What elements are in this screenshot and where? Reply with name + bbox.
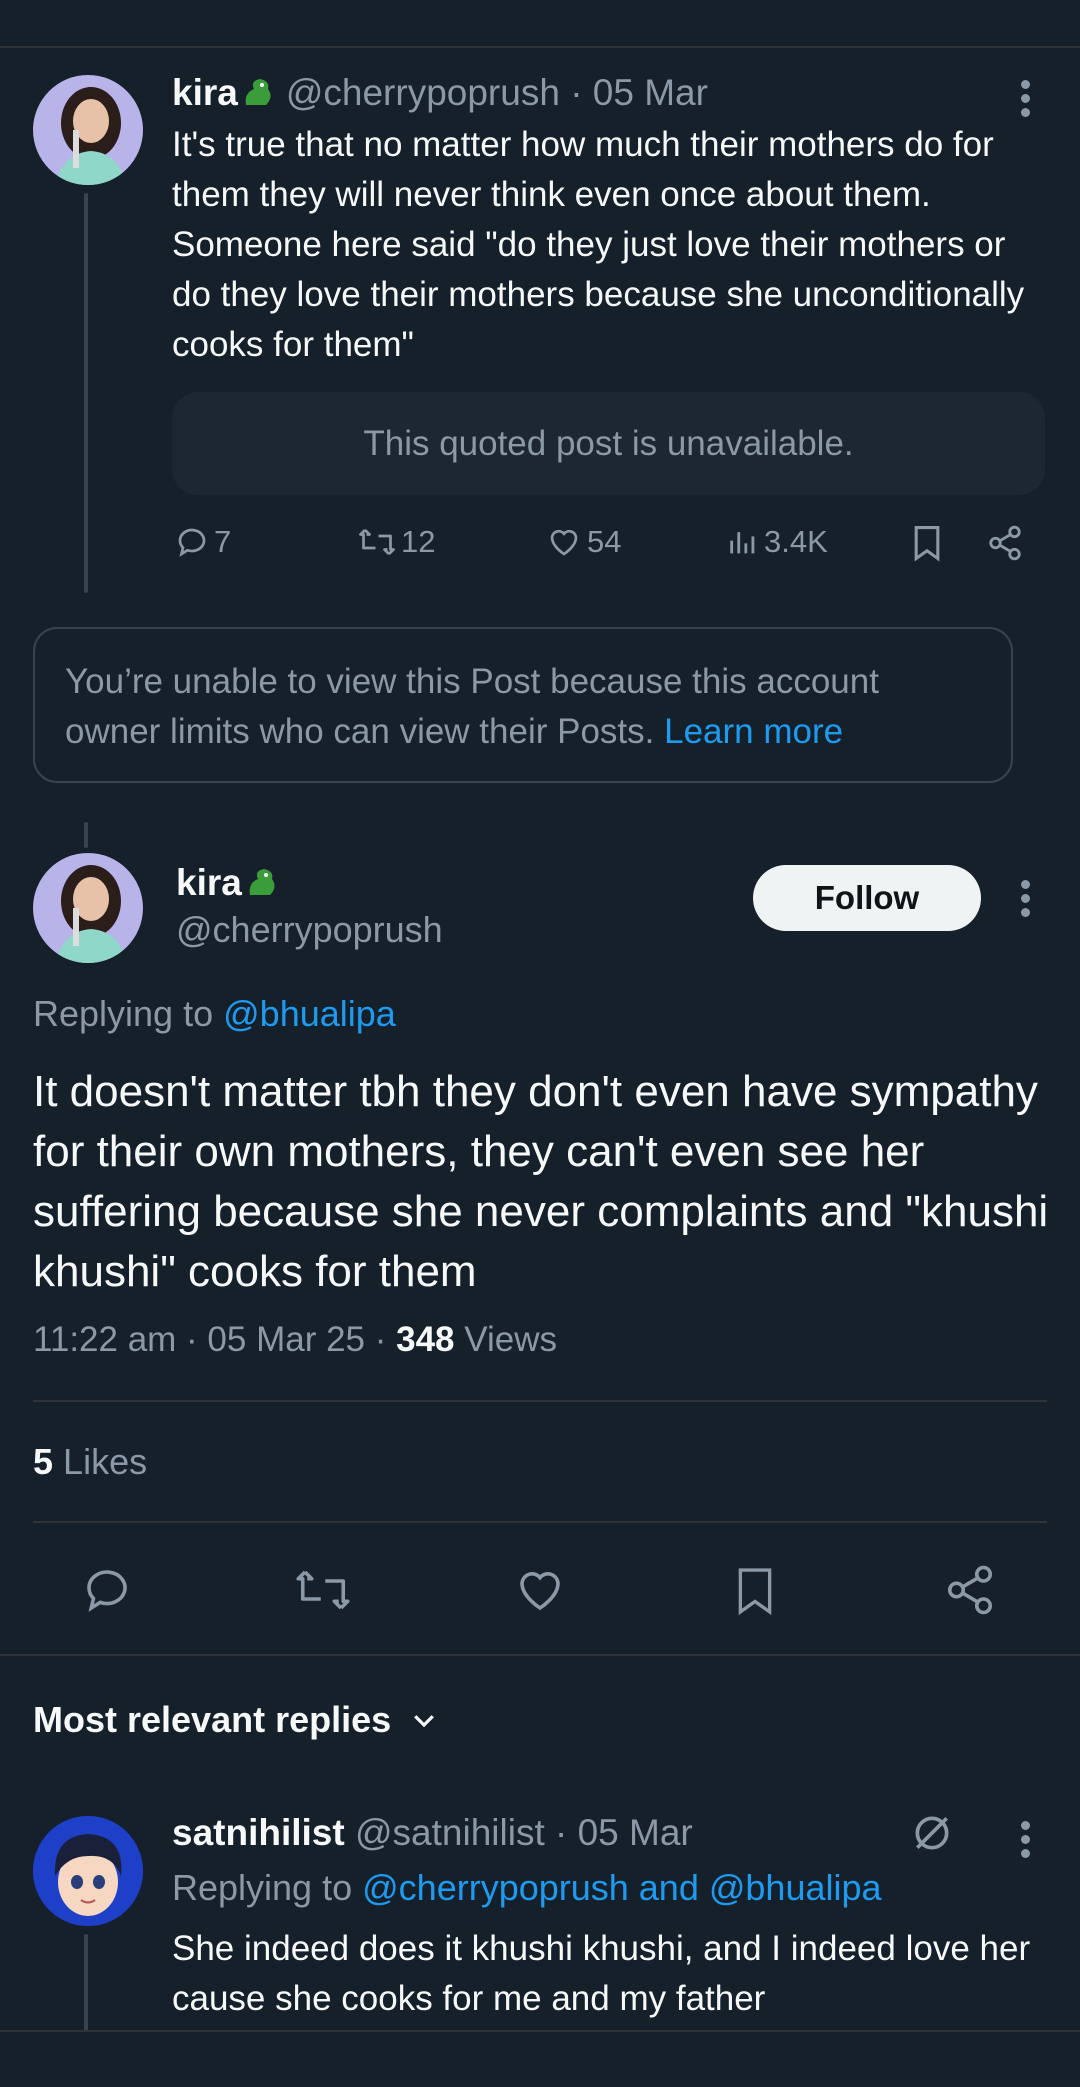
share-icon[interactable] [943,1563,997,1617]
main-post-name-row: kira [176,862,280,904]
likes-summary[interactable]: 5 Likes [33,1441,147,1483]
share-icon[interactable] [986,524,1024,562]
repost-button[interactable]: 12 [357,524,435,560]
handle-date: @satnihilist · 05 Mar [354,1812,693,1853]
reply-icon [174,524,210,560]
reply-count: 7 [214,524,232,559]
heart-icon[interactable] [512,1563,568,1617]
thread-line [84,193,88,593]
main-post-text: It doesn't matter tbh they don't even ha… [33,1067,1049,1296]
reply-replying-to: Replying to @cherrypoprush and @bhualipa [172,1867,882,1909]
replies-header-label: Most relevant replies [33,1699,392,1740]
repost-count: 12 [401,524,436,559]
repost-icon [357,524,397,560]
display-name[interactable]: kira [176,862,242,904]
bottom-bar [0,2032,1080,2087]
reply-text: She indeed does it khushi khushi, and I … [172,1929,1031,2018]
quoted-post-unavailable: This quoted post is unavailable. [172,392,1045,495]
handle-date: @cherrypoprush · 05 Mar [285,72,708,113]
heart-icon [545,524,583,560]
dragon-emoji-icon [240,75,276,111]
like-count: 54 [587,524,622,559]
views-count: 3.4K [764,524,828,559]
handle[interactable]: @cherrypoprush [176,909,443,951]
restricted-post-notice: You’re unable to view this Post because … [33,627,1013,783]
dragon-emoji-icon [244,865,280,901]
chevron-down-icon [409,1705,439,1735]
replying-handles-link[interactable]: @cherrypoprush and @bhualipa [362,1867,881,1908]
avatar[interactable] [33,75,143,185]
bookmark-icon[interactable] [732,1563,778,1619]
bookmark-icon[interactable] [910,524,944,562]
divider [33,1400,1047,1402]
replying-prefix: Replying to [33,993,214,1034]
post-header: kira @cherrypoprush · 05 Mar [172,72,708,114]
post-meta: 11:22 am · 05 Mar 25 · 348 Views [33,1320,557,1360]
views-button[interactable]: 3.4K [726,524,828,560]
avatar[interactable] [33,853,143,963]
avatar[interactable] [33,1816,143,1926]
reply-header: satnihilist @satnihilist · 05 Mar [172,1812,693,1854]
more-options-icon[interactable] [1019,1821,1031,1861]
replying-to: Replying to @bhualipa [33,993,396,1035]
views-count: 348 [396,1320,455,1359]
quoted-unavailable-text: This quoted post is unavailable. [363,423,854,463]
analytics-icon [726,524,760,560]
replies-sort-dropdown[interactable]: Most relevant replies [33,1699,439,1741]
more-options-icon[interactable] [1019,880,1031,920]
divider [33,1521,1047,1523]
post-text: It's true that no matter how much their … [172,125,1025,364]
grok-icon[interactable] [910,1811,954,1855]
repost-icon[interactable] [293,1563,353,1617]
display-name[interactable]: kira [172,72,238,114]
timestamp: 11:22 am · 05 Mar 25 · [33,1320,397,1359]
replying-prefix: Replying to [172,1867,353,1908]
reply-icon[interactable] [80,1563,134,1617]
display-name[interactable]: satnihilist [172,1812,345,1853]
learn-more-link[interactable]: Learn more [664,712,843,751]
like-button[interactable]: 54 [545,524,621,560]
thread-connector [84,822,88,848]
follow-button[interactable]: Follow [753,865,981,931]
top-divider [0,46,1080,48]
likes-label: Likes [63,1441,148,1482]
likes-count: 5 [33,1441,54,1482]
reply-button[interactable]: 7 [174,524,231,560]
divider [0,1654,1080,1656]
replying-handle-link[interactable]: @bhualipa [223,993,396,1034]
views-label: Views [464,1320,557,1359]
more-options-icon[interactable] [1019,80,1031,120]
